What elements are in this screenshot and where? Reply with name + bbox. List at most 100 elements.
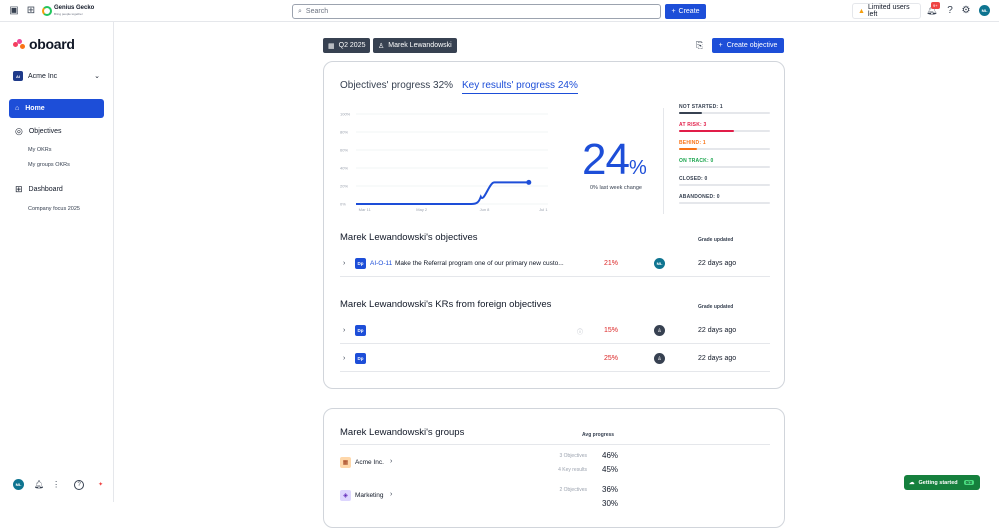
status-bar-fill <box>679 130 734 132</box>
whats-new-icon[interactable]: ✦ <box>98 481 103 488</box>
sidebar-item-dashboard[interactable]: ⊞ Dashboard <box>15 184 63 195</box>
sidebar: oboard AI Acme Inc ⌄ ⌂ Home ◎ Objectives… <box>0 22 114 502</box>
table-row[interactable]: › Dp 25% ♙ 22 days ago <box>340 347 770 372</box>
y-tick-label: 20% <box>340 184 348 189</box>
user-icon[interactable]: ♙ <box>654 353 665 364</box>
dp-badge: Dp <box>355 325 366 336</box>
brand-tagline: Bring people together <box>54 12 83 16</box>
y-tick-label: 80% <box>340 130 348 135</box>
oboard-logo-icon <box>13 38 26 50</box>
dashboard-icon: ⊞ <box>15 184 23 194</box>
tab-key-results-progress[interactable]: Key results' progress 24% <box>462 80 578 94</box>
y-tick-label: 60% <box>340 148 348 153</box>
tab-objectives-progress[interactable]: Objectives' progress 32% <box>340 80 453 91</box>
y-tick-label: 40% <box>340 166 348 171</box>
groups-card: Marek Lewandowski's groups Avg progress … <box>323 408 785 528</box>
oboard-logo[interactable]: oboard <box>13 36 75 52</box>
user-icon[interactable]: ♙ <box>654 325 665 336</box>
status-item: ABANDONED: 0 <box>679 194 770 212</box>
sidebar-item-my-groups-okrs[interactable]: My groups OKRs <box>28 162 70 168</box>
objectives-count: 3 Objectives <box>559 453 587 459</box>
status-item: AT RISK: 3 <box>679 122 770 140</box>
status-label: CLOSED: 0 <box>679 176 708 182</box>
chevron-right-icon[interactable]: › <box>390 458 392 465</box>
status-item: NOT STARTED: 1 <box>679 104 770 122</box>
more-vertical-icon[interactable]: ⋮ <box>52 480 60 489</box>
megaphone-icon: ◈ <box>340 490 351 501</box>
limited-users-button[interactable]: ▲ Limited users left <box>852 3 921 19</box>
kr-progress: 25% <box>604 355 619 362</box>
logo-text: oboard <box>29 36 75 52</box>
last-week-change: 0% last week change <box>590 185 642 191</box>
chevron-right-icon[interactable]: › <box>343 355 345 362</box>
table-row[interactable]: › Dp ⓘ 15% ♙ 22 days ago <box>340 319 770 344</box>
grade-updated: 22 days ago <box>698 355 737 362</box>
dp-badge: Dp <box>355 258 366 269</box>
sidebar-footer: ML 🔔︎ ⋮ ? ✦ <box>13 479 103 490</box>
org-badge: AI <box>13 71 23 81</box>
group-name[interactable]: Marketing <box>355 492 384 499</box>
sidebar-avatar[interactable]: ML <box>13 479 24 490</box>
objectives-section-title: Marek Lewandowski's objectives <box>340 232 478 243</box>
apps-grid-icon[interactable]: ⊞ <box>25 5 37 17</box>
progress-card: Objectives' progress 32% Key results' pr… <box>323 61 785 389</box>
create-button[interactable]: + Create <box>665 4 706 19</box>
chevron-right-icon[interactable]: › <box>343 327 345 334</box>
org-switcher[interactable]: AI Acme Inc ⌄ <box>13 70 100 82</box>
sidebar-item-company-focus[interactable]: Company focus 2025 <box>28 206 80 212</box>
brand-logo-icon <box>42 6 52 16</box>
status-item: CLOSED: 0 <box>679 176 770 194</box>
sidebar-item-my-okrs[interactable]: My OKRs <box>28 147 52 153</box>
sidebar-item-label: Dashboard <box>28 186 63 193</box>
period-filter[interactable]: ▦ Q2 2025 <box>323 38 371 53</box>
status-label: ON TRACK: 0 <box>679 158 714 164</box>
sidebar-toggle-icon[interactable]: ▣ <box>8 5 20 17</box>
kr-progress-number: 24 <box>582 135 630 184</box>
chevron-right-icon[interactable]: › <box>390 491 392 498</box>
sidebar-item-home[interactable]: ⌂ Home <box>9 99 104 118</box>
export-icon[interactable]: ⎘ <box>696 40 703 51</box>
user-avatar[interactable]: ML <box>979 5 990 16</box>
group-name[interactable]: Acme Inc. <box>355 459 384 466</box>
search-placeholder: Search <box>305 8 329 15</box>
dp-badge: Dp <box>355 353 366 364</box>
objectives-avg: 46% <box>602 451 619 460</box>
create-objective-label: Create objective <box>726 42 778 49</box>
sidebar-item-label: Objectives <box>28 128 62 135</box>
owner-avatar[interactable]: ML <box>654 258 665 269</box>
sidebar-item-label: Home <box>25 105 45 112</box>
latest-point[interactable] <box>526 179 532 185</box>
status-label: ABANDONED: 0 <box>679 194 720 200</box>
getting-started-button[interactable]: ☁ Getting started 0/3 <box>904 475 980 490</box>
user-icon: ♙ <box>378 42 385 50</box>
status-bar <box>679 202 770 204</box>
divider <box>663 108 664 214</box>
status-bar <box>679 148 770 150</box>
y-tick-label: 100% <box>340 112 351 117</box>
okr-id-link[interactable]: AI-O-11 <box>370 260 392 267</box>
settings-gear-icon[interactable]: ⚙ <box>960 5 972 17</box>
kr-progress: 15% <box>604 327 619 334</box>
okr-name[interactable]: Make the Referral program one of our pri… <box>395 260 564 267</box>
progress-line-chart: 100% 80% 60% 40% 20% 0% Mar 11 May 2 Jun 8 Jul 1 <box>340 112 548 213</box>
status-label: AT RISK: 3 <box>679 122 707 128</box>
create-objective-button[interactable]: + Create objective <box>712 38 784 53</box>
user-filter[interactable]: ♙ Marek Lewandowski <box>373 38 457 53</box>
help-icon[interactable]: ? <box>944 5 956 17</box>
key-results-avg: 30% <box>602 499 619 508</box>
key-results-avg: 45% <box>602 465 619 474</box>
sidebar-item-objectives[interactable]: ◎ Objectives <box>15 126 62 137</box>
help-circle-icon[interactable]: ? <box>74 479 85 490</box>
okr-progress: 21% <box>604 260 619 267</box>
getting-started-label: Getting started <box>918 479 958 486</box>
y-tick-label: 0% <box>340 202 346 207</box>
search-input[interactable]: ⌕ Search <box>292 4 661 19</box>
info-icon[interactable]: ⓘ <box>577 327 583 336</box>
period-label: Q2 2025 <box>338 42 366 49</box>
table-row[interactable]: › Dp AI-O-11 Make the Referral program o… <box>340 252 770 277</box>
chevron-right-icon[interactable]: › <box>343 260 345 267</box>
brand[interactable]: Genius Gecko Bring people together <box>42 4 94 18</box>
divider <box>340 444 770 445</box>
bell-icon[interactable]: 🔔︎ <box>34 480 44 489</box>
status-bar <box>679 130 770 132</box>
